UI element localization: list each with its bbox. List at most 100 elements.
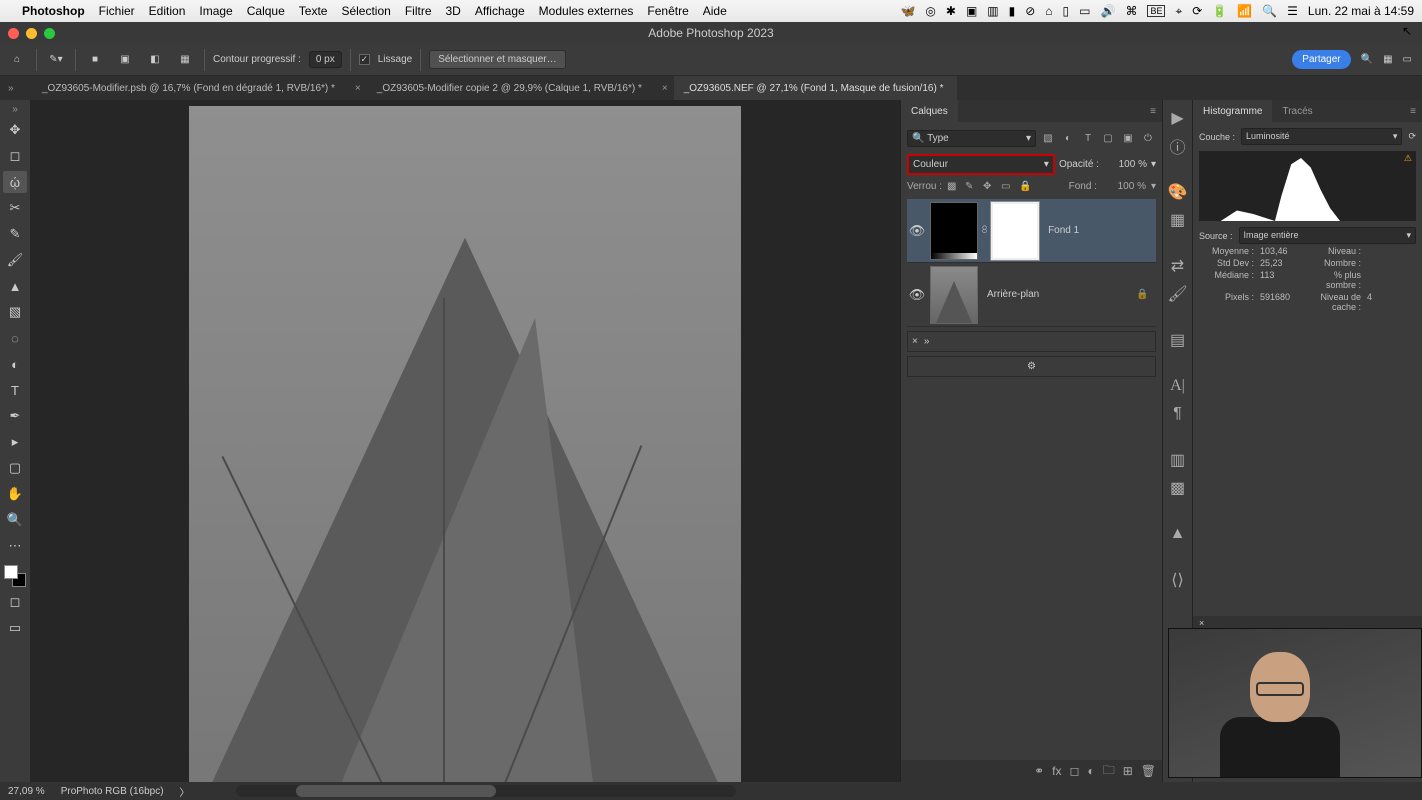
info-icon[interactable]: ⓘ [1168,136,1188,156]
layer-mask-thumbnail[interactable]: ↖ [991,202,1039,260]
lock-position-icon[interactable]: ✥ [983,181,996,192]
properties-icon[interactable]: ▥ [1168,450,1188,470]
share-button[interactable]: Partager [1292,50,1350,69]
battery-icon[interactable]: 🔋 [1212,4,1227,18]
menu-plugins[interactable]: Modules externes [539,4,634,18]
history-icon[interactable]: ▲ [1168,524,1188,544]
blend-mode-select[interactable]: Couleur▾ [907,154,1055,175]
home-button[interactable]: ⌂ [6,49,28,71]
fill-input[interactable]: 100 % [1102,181,1146,192]
menuextra-icon[interactable]: ▣ [966,4,977,18]
add-mask-icon[interactable]: ◻ [1069,764,1079,778]
dodge-tool[interactable]: ◐ [3,353,27,375]
channel-select[interactable]: Luminosité▾ [1241,128,1402,145]
brush-panel-icon[interactable]: 🖌 [1168,284,1188,304]
move-tool[interactable]: ✥ [3,119,27,141]
selection-intersect-icon[interactable]: ▦ [174,49,196,71]
workspace-switcher-icon[interactable]: ▦ [1383,54,1392,65]
layer-name[interactable]: Arrière-plan [981,289,1136,300]
menuextra-icon[interactable]: ▯ [1063,4,1070,18]
menu-layer[interactable]: Calque [247,4,285,18]
feather-input[interactable]: 0 px [309,51,342,68]
selection-new-icon[interactable]: ■ [84,49,106,71]
lock-pixels-icon[interactable]: ✎ [965,181,978,192]
horizontal-scrollbar[interactable] [236,785,736,797]
sync-icon[interactable]: ⟳ [1192,4,1202,18]
window-close-button[interactable] [8,28,19,39]
path-select-tool[interactable]: ▸ [3,431,27,453]
document-tab[interactable]: _OZ93605.NEF @ 27,1% (Fond 1, Masque de … [674,76,958,100]
filter-adjust-icon[interactable]: ◐ [1060,132,1076,146]
selection-add-icon[interactable]: ▣ [114,49,136,71]
window-minimize-button[interactable] [26,28,37,39]
color-swatches[interactable] [4,565,26,587]
refresh-icon[interactable]: ⟳ [1408,131,1416,142]
panel-menu-icon[interactable]: ≡ [1150,106,1162,117]
clone-stamp-tool[interactable]: ▲ [3,275,27,297]
link-icon[interactable]: 𝟾 [981,224,988,237]
menu-filter[interactable]: Filtre [405,4,432,18]
selection-subtract-icon[interactable]: ◧ [144,49,166,71]
layer-thumbnail[interactable] [930,266,978,324]
pen-tool[interactable]: ✒ [3,405,27,427]
app-name-menu[interactable]: Photoshop [22,4,85,18]
antialias-checkbox[interactable] [359,54,370,65]
paragraph-icon[interactable]: ¶ [1168,404,1188,424]
libraries-icon[interactable]: ▤ [1168,330,1188,350]
document-canvas[interactable] [189,106,741,782]
menu-image[interactable]: Image [199,4,232,18]
menuextra-icon[interactable]: ✱ [946,4,956,18]
menuextra-icon[interactable]: ⊘ [1025,4,1035,18]
eyedropper-tool[interactable]: ✎ [3,223,27,245]
hand-tool[interactable]: ✋ [3,483,27,505]
document-tab[interactable]: _OZ93605-Modifier.psb @ 16,7% (Fond en d… [32,76,349,100]
adjust-icon[interactable]: ⇄ [1168,256,1188,276]
layer-name[interactable]: Fond 1 [1042,225,1156,236]
status-disclosure-icon[interactable]: 〉 [180,784,190,799]
window-zoom-button[interactable] [44,28,55,39]
gradient-tool[interactable]: ▧ [3,301,27,323]
menu-help[interactable]: Aide [703,4,727,18]
volume-icon[interactable]: 🔊 [1101,4,1116,18]
new-group-icon[interactable]: 🗀 [1103,761,1115,782]
fill-dropdown-icon[interactable]: ▾ [1151,181,1156,192]
menu-3d[interactable]: 3D [446,4,461,18]
opacity-input[interactable]: 100 % [1103,159,1147,170]
menuextra-icon[interactable]: ◎ [925,4,935,18]
layer-filter-type-select[interactable]: 🔍 Type▾ [907,130,1036,147]
clock[interactable]: Lun. 22 mai à 14:59 [1308,4,1414,18]
layer-visibility-toggle[interactable]: 👁 [907,287,927,303]
brush-tool[interactable]: 🖌 [3,249,27,271]
menuextra-icon[interactable]: ▮ [1009,4,1016,18]
search-icon[interactable]: 🔍 [1262,4,1277,18]
source-select[interactable]: Image entière▾ [1239,227,1416,244]
menu-file[interactable]: Fichier [99,4,135,18]
layers-tab[interactable]: Calques [901,100,958,122]
search-photoshop-icon[interactable]: 🔍 [1361,54,1373,65]
filter-smart-icon[interactable]: ▣ [1120,132,1136,146]
glyphs-icon[interactable]: ⟨⟩ [1168,570,1188,590]
adjustments-panel-icon[interactable]: ⚙ [1027,361,1036,372]
menuextra-icon[interactable]: ▥ [987,4,998,18]
new-layer-icon[interactable]: ⊞ [1123,764,1133,778]
menu-window[interactable]: Fenêtre [647,4,688,18]
lock-artboard-icon[interactable]: ▭ [1001,181,1014,192]
menuextra-icon[interactable]: ⌘ [1125,4,1137,18]
screenmode-tool[interactable]: ▭ [3,617,27,639]
cache-warning-icon[interactable]: ⚠ [1404,153,1412,164]
menu-selection[interactable]: Sélection [341,4,390,18]
filter-toggle-icon[interactable]: ⏻ [1140,132,1156,146]
menu-view[interactable]: Affichage [475,4,525,18]
select-and-mask-button[interactable]: Sélectionner et masquer… [429,50,565,69]
styles-icon[interactable]: ▩ [1168,478,1188,498]
tab-close-icon[interactable]: × [656,83,674,94]
color-profile[interactable]: ProPhoto RGB (16bpc) [61,786,164,797]
color-icon[interactable]: 🎨 [1168,182,1188,202]
panel-menu-icon[interactable]: ≡ [1410,106,1422,117]
foreground-color-swatch[interactable] [4,565,18,579]
marquee-tool[interactable]: ◻ [3,145,27,167]
crop-tool[interactable]: ✂ [3,197,27,219]
control-center-icon[interactable]: ☰ [1287,4,1298,18]
delete-layer-icon[interactable]: 🗑 [1141,764,1156,778]
menuextra-icon[interactable]: ⌂ [1045,4,1052,18]
